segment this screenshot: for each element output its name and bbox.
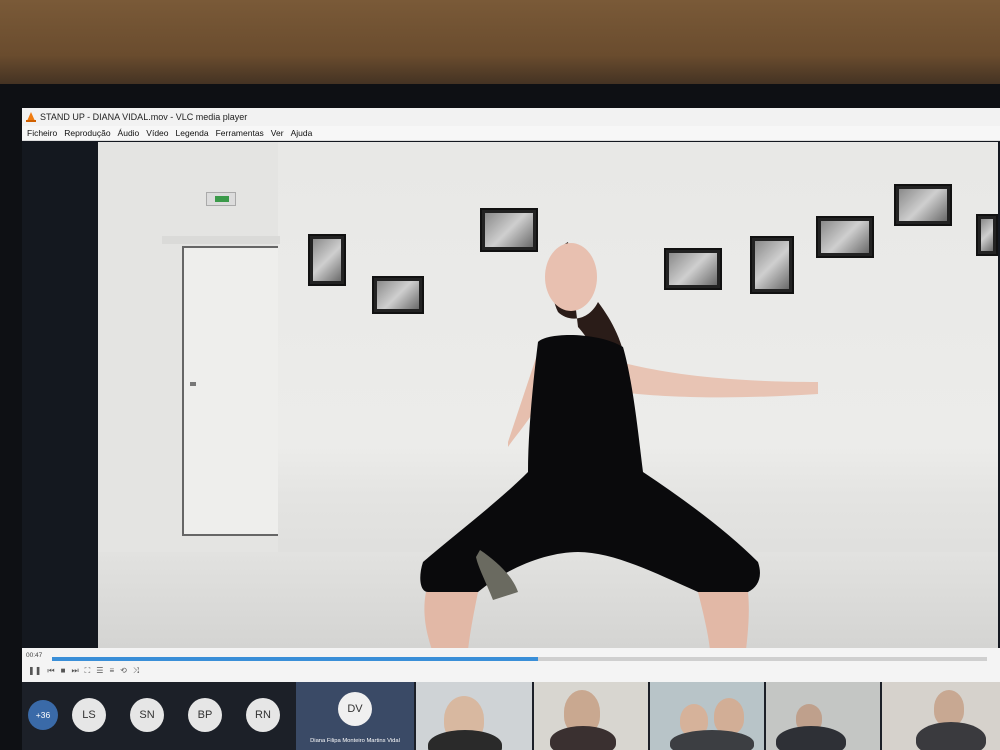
loop-icon[interactable]: ⟲ — [120, 666, 127, 676]
participant-avatar[interactable]: SN — [130, 698, 164, 732]
next-icon[interactable]: ⏭ — [71, 666, 78, 676]
wall-picture — [894, 184, 952, 226]
left-dark-panel — [22, 142, 98, 648]
seek-bar-progress — [52, 657, 539, 661]
participant-name: Diana Filipa Monteiro Martins Vidal — [310, 738, 400, 744]
wall-picture — [308, 234, 346, 286]
menu-legenda[interactable]: Legenda — [176, 128, 209, 138]
participant-video-tile[interactable] — [882, 682, 1000, 750]
video-frame[interactable] — [98, 142, 998, 648]
participant-video-tile[interactable] — [416, 682, 532, 750]
stop-icon[interactable]: ■ — [61, 666, 66, 676]
seek-bar[interactable] — [52, 657, 987, 661]
wall-background — [0, 0, 1000, 92]
participant-body — [428, 730, 502, 750]
participant-body — [916, 722, 986, 750]
vlc-cone-icon — [26, 112, 36, 122]
pause-icon[interactable]: ❚❚ — [28, 666, 41, 676]
menu-ferramentas[interactable]: Ferramentas — [216, 128, 264, 138]
dancer-figure — [420, 242, 818, 648]
door — [182, 246, 278, 536]
participant-body — [550, 726, 616, 750]
video-call-strip: +36 LS SN BP RN DV Diana Filipa Monteiro… — [22, 682, 1000, 750]
wall-picture — [976, 214, 998, 256]
menu-video[interactable]: Vídeo — [146, 128, 168, 138]
participant-avatar: DV — [338, 692, 372, 726]
photo-of-monitor: STAND UP - DIANA VIDAL.mov - VLC media p… — [0, 0, 1000, 750]
menu-ficheiro[interactable]: Ficheiro — [27, 128, 57, 138]
window-title: STAND UP - DIANA VIDAL.mov - VLC media p… — [40, 112, 248, 122]
shuffle-icon[interactable]: ⤨ — [133, 666, 139, 676]
elapsed-time: 00:47 — [26, 652, 43, 659]
highlighted-participant-tile[interactable]: DV Diana Filipa Monteiro Martins Vidal — [296, 682, 414, 750]
menu-reproducao[interactable]: Reprodução — [64, 128, 110, 138]
menu-ver[interactable]: Ver — [271, 128, 284, 138]
extended-settings-icon[interactable]: ☰ — [96, 666, 103, 676]
vlc-title-bar: STAND UP - DIANA VIDAL.mov - VLC media p… — [22, 108, 1000, 126]
fullscreen-icon[interactable]: ⛶ — [85, 666, 91, 676]
door-handle — [190, 382, 196, 386]
participant-video-tile[interactable] — [650, 682, 764, 750]
menu-audio[interactable]: Áudio — [118, 128, 140, 138]
participant-face — [934, 690, 964, 726]
previous-icon[interactable]: ⏮ — [47, 666, 54, 676]
participant-avatar[interactable]: BP — [188, 698, 222, 732]
playlist-icon[interactable]: ≡ — [109, 666, 114, 676]
exit-sign-icon — [206, 192, 236, 206]
participant-video-tile[interactable] — [534, 682, 648, 750]
vlc-menu-bar: Ficheiro Reprodução Áudio Vídeo Legenda … — [22, 126, 1000, 141]
screen: STAND UP - DIANA VIDAL.mov - VLC media p… — [22, 108, 1000, 750]
player-controls: 00:47 ❚❚ ⏮ ■ ⏭ ⛶ ☰ ≡ ⟲ ⤨ — [22, 648, 1000, 682]
participant-video-tile[interactable] — [766, 682, 880, 750]
participant-body — [776, 726, 846, 750]
door-frame — [162, 236, 280, 244]
participant-avatar[interactable]: RN — [246, 698, 280, 732]
menu-ajuda[interactable]: Ajuda — [291, 128, 313, 138]
participant-count-badge[interactable]: +36 — [28, 700, 58, 730]
playback-buttons: ❚❚ ⏮ ■ ⏭ ⛶ ☰ ≡ ⟲ ⤨ — [28, 666, 139, 676]
participant-avatar[interactable]: LS — [72, 698, 106, 732]
participant-body — [670, 730, 754, 750]
participant-face — [714, 698, 744, 734]
